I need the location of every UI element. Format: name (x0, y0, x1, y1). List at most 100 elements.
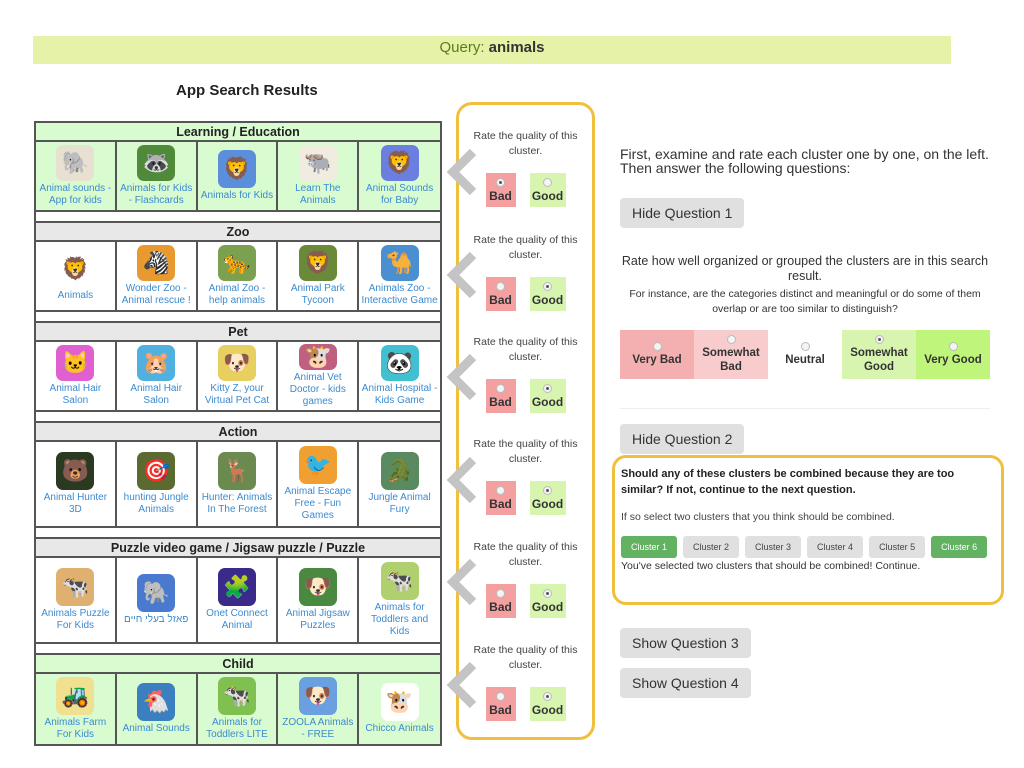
app-icon[interactable]: 🚜 (56, 677, 95, 715)
app-result[interactable]: 🐘 Animal sounds - App for kids (36, 142, 117, 210)
app-icon[interactable]: 🐔 (137, 683, 176, 721)
scale-option[interactable]: Very Good (916, 330, 990, 379)
app-icon[interactable]: 🦁 (298, 245, 337, 281)
app-result[interactable]: 🐹 Animal Hair Salon (117, 342, 198, 410)
app-icon[interactable]: 🐃 (298, 145, 337, 181)
app-icon[interactable]: 🐶 (298, 677, 337, 715)
app-name-link[interactable]: Onet Connect Animal (199, 608, 276, 632)
app-name-link[interactable]: Animals for Toddlers LITE (199, 717, 276, 741)
app-icon[interactable]: 🧩 (217, 568, 256, 606)
app-result[interactable]: 🐮 Animal Vet Doctor - kids games (278, 342, 360, 410)
app-icon[interactable]: 🐘 (56, 145, 95, 181)
rating-good-option[interactable]: Good (529, 687, 566, 721)
cluster-select-button[interactable]: Cluster 2 (683, 536, 740, 558)
app-result[interactable]: 🐆 Animal Zoo - help animals (198, 242, 279, 310)
app-name-link[interactable]: Jungle Animal Fury (360, 492, 439, 516)
app-icon[interactable]: 🦁 (56, 250, 95, 288)
app-result[interactable]: 🐃 Learn The Animals (278, 142, 360, 210)
app-name-link[interactable]: Animal Hair Salon (37, 383, 114, 407)
app-icon[interactable]: 🦁 (380, 145, 419, 181)
show-question-4-button[interactable]: Show Question 4 (620, 668, 751, 698)
app-name-link[interactable]: hunting Jungle Animals (118, 492, 195, 516)
app-result[interactable]: 🦁 Animal Sounds for Baby (359, 142, 440, 210)
rating-good-option[interactable]: Good (529, 481, 566, 515)
show-question-3-button[interactable]: Show Question 3 (620, 628, 751, 658)
app-icon[interactable]: 🐮 (298, 344, 337, 370)
radio-button[interactable] (652, 342, 662, 351)
app-name-link[interactable]: Animal Escape Free - Fun Games (279, 486, 356, 522)
app-name-link[interactable]: Learn The Animals (279, 183, 356, 207)
app-name-link[interactable]: Animals Farm For Kids (37, 717, 114, 741)
app-name-link[interactable]: Animal Hospital - Kids Game (360, 383, 439, 407)
app-result[interactable]: 🐄 Animals for Toddlers and Kids (359, 558, 440, 642)
app-result[interactable]: 🐘 פאזל בעלי חיים (117, 558, 198, 642)
app-name-link[interactable]: Kitty Z, your Virtual Pet Cat (199, 383, 276, 407)
app-result[interactable]: 🐄 Animals for Toddlers LITE (198, 674, 279, 744)
app-name-link[interactable]: Animal sounds - App for kids (37, 183, 114, 207)
cluster-select-button[interactable]: Cluster 3 (745, 536, 802, 558)
app-name-link[interactable]: Animals Puzzle For Kids (37, 608, 114, 632)
app-name-link[interactable]: Animals for Toddlers and Kids (360, 602, 439, 638)
app-name-link[interactable]: Wonder Zoo - Animal rescue ! (118, 283, 195, 307)
scale-option[interactable]: Neutral (768, 330, 842, 379)
app-icon[interactable]: 🎯 (137, 452, 176, 490)
app-result[interactable]: 🦁 Animals for Kids (198, 142, 279, 210)
app-result[interactable]: 🦁 Animals (36, 242, 117, 310)
app-name-link[interactable]: Animal Zoo - help animals (199, 283, 276, 307)
rating-bad-option[interactable]: Bad (485, 173, 516, 207)
app-result[interactable]: 🐶 Animal Jigsaw Puzzles (278, 558, 360, 642)
app-icon[interactable]: 🐘 (137, 574, 176, 612)
app-icon[interactable]: 🦝 (137, 145, 176, 181)
radio-button[interactable] (496, 177, 505, 187)
app-result[interactable]: 🐊 Jungle Animal Fury (359, 442, 440, 526)
app-name-link[interactable]: Animal Hunter 3D (37, 492, 114, 516)
radio-button[interactable] (543, 383, 552, 393)
cluster-select-button[interactable]: Cluster 6 (931, 536, 988, 558)
app-result[interactable]: 🦝 Animals for Kids - Flashcards (117, 142, 198, 210)
app-result[interactable]: 🐮 Chicco Animals (359, 674, 440, 744)
app-icon[interactable]: 🦓 (137, 245, 176, 281)
app-result[interactable]: 🐔 Animal Sounds (117, 674, 198, 744)
radio-button[interactable] (948, 342, 958, 351)
app-result[interactable]: 🐄 Animals Puzzle For Kids (36, 558, 117, 642)
app-result[interactable]: 🐪 Animals Zoo - Interactive Game (359, 242, 440, 310)
app-icon[interactable]: 🦌 (217, 452, 256, 490)
app-icon[interactable]: 🐱 (56, 345, 95, 381)
app-result[interactable]: 🎯 hunting Jungle Animals (117, 442, 198, 526)
app-result[interactable]: 🐦 Animal Escape Free - Fun Games (278, 442, 360, 526)
app-icon[interactable]: 🐆 (217, 245, 256, 281)
scale-option[interactable]: Somewhat Good (842, 330, 916, 379)
hide-question-1-button[interactable]: Hide Question 1 (620, 198, 745, 228)
app-result[interactable]: 🚜 Animals Farm For Kids (36, 674, 117, 744)
rating-good-option[interactable]: Good (529, 277, 566, 311)
app-result[interactable]: 🦁 Animal Park Tycoon (278, 242, 360, 310)
app-icon[interactable]: 🐪 (380, 245, 419, 281)
radio-button[interactable] (496, 588, 505, 598)
app-name-link[interactable]: פאזל בעלי חיים (124, 614, 188, 626)
app-result[interactable]: 🐶 ZOOLA Animals - FREE (278, 674, 360, 744)
radio-button[interactable] (496, 691, 505, 701)
scale-option[interactable]: Somewhat Bad (694, 330, 768, 379)
app-icon[interactable]: 🦁 (217, 150, 256, 188)
app-icon[interactable]: 🐻 (56, 452, 95, 490)
app-name-link[interactable]: Animal Sounds for Baby (360, 183, 439, 207)
app-result[interactable]: 🦌 Hunter: Animals In The Forest (198, 442, 279, 526)
app-name-link[interactable]: Animal Vet Doctor - kids games (279, 372, 356, 408)
radio-button[interactable] (543, 177, 552, 187)
hide-question-2-button[interactable]: Hide Question 2 (620, 424, 745, 454)
app-name-link[interactable]: Animals for Kids (201, 190, 273, 202)
app-icon[interactable]: 🐄 (56, 568, 95, 606)
app-name-link[interactable]: Animal Hair Salon (118, 383, 195, 407)
radio-button[interactable] (874, 335, 884, 344)
rating-bad-option[interactable]: Bad (485, 481, 516, 515)
app-result[interactable]: 🧩 Onet Connect Animal (198, 558, 279, 642)
rating-bad-option[interactable]: Bad (485, 584, 516, 618)
radio-button[interactable] (543, 588, 552, 598)
app-result[interactable]: 🐱 Animal Hair Salon (36, 342, 117, 410)
app-name-link[interactable]: Animal Jigsaw Puzzles (279, 608, 356, 632)
radio-button[interactable] (800, 342, 810, 351)
app-name-link[interactable]: Animals for Kids - Flashcards (118, 183, 195, 207)
cluster-select-button[interactable]: Cluster 1 (621, 536, 678, 558)
rating-good-option[interactable]: Good (529, 379, 566, 413)
radio-button[interactable] (543, 691, 552, 701)
